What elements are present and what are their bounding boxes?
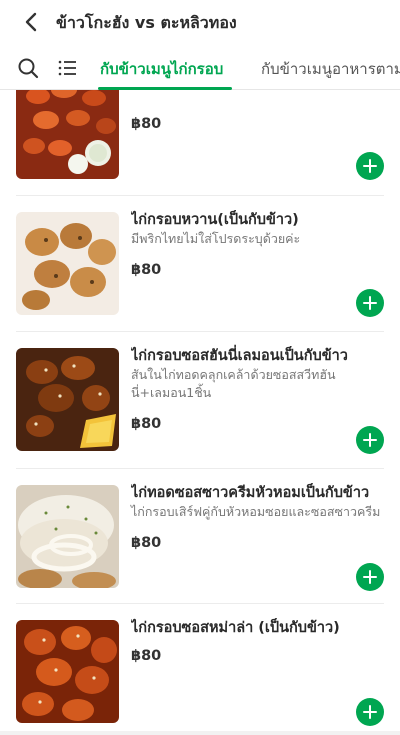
search-icon — [18, 58, 39, 79]
chevron-left-icon — [25, 12, 37, 32]
menu-item-name: ไก่ทอดซอสซาวครีมหัวหอมเป็นกับข้าว — [131, 485, 370, 501]
category-list-button[interactable] — [55, 56, 79, 80]
tab-side-dishes[interactable]: กับข้าวเมนูอาหารตาม — [261, 57, 400, 81]
back-button[interactable] — [20, 10, 44, 34]
menu-item-photo — [16, 212, 119, 315]
menu-item[interactable]: ไก่กรอบซอสหม่าล่า (เป็นกับข้าว) ฿80 — [0, 604, 400, 735]
page-title: ข้าวโกะฮัง vs ตะหลิวทอง — [56, 13, 237, 32]
add-to-cart-button[interactable] — [356, 563, 384, 591]
menu-item-price: ฿80 — [131, 262, 162, 278]
menu-item-price: ฿80 — [131, 416, 162, 432]
menu-item-photo — [16, 485, 119, 588]
menu-item-description: มีพริกไทยไม่ใส่โปรดระบุด้วยค่ะ — [131, 231, 301, 246]
menu-item-price: ฿80 — [131, 648, 162, 664]
menu-item-description: สันในไก่ทอดคลุกเคล้าด้วยซอสสวีทฮันนี่+เล… — [131, 367, 336, 400]
tab-crispy-chicken[interactable]: กับข้าวเมนูไก่กรอบ — [100, 57, 223, 81]
menu-list[interactable]: ฿80 ไก่กรอบหวาน(เป็นกับข้าว) มีพริกไทยไม… — [0, 90, 400, 735]
list-icon — [58, 60, 76, 76]
menu-item-price: ฿80 — [131, 116, 162, 132]
menu-item-photo — [16, 348, 119, 451]
add-to-cart-button[interactable] — [356, 289, 384, 317]
menu-item[interactable]: ฿80 — [0, 90, 400, 195]
header: ข้าวโกะฮัง vs ตะหลิวทอง — [0, 0, 400, 44]
bottom-edge — [0, 731, 400, 735]
menu-item[interactable]: ไก่กรอบหวาน(เป็นกับข้าว) มีพริกไทยไม่ใส่… — [0, 196, 400, 330]
category-tab-bar: กับข้าวเมนูไก่กรอบ กับข้าวเมนูอาหารตาม — [0, 48, 400, 90]
menu-item[interactable]: ไก่ทอดซอสซาวครีมหัวหอมเป็นกับข้าว ไก่กรอ… — [0, 469, 400, 603]
menu-item-name: ไก่กรอบซอสฮันนี่เลมอนเป็นกับข้าว — [131, 348, 348, 364]
add-to-cart-button[interactable] — [356, 698, 384, 726]
search-button[interactable] — [16, 56, 40, 80]
menu-item-name: ไก่กรอบหวาน(เป็นกับข้าว) — [131, 212, 299, 228]
menu-item-photo — [16, 620, 119, 723]
add-to-cart-button[interactable] — [356, 152, 384, 180]
menu-item-price: ฿80 — [131, 535, 162, 551]
menu-item-photo — [16, 90, 119, 179]
menu-item-description: ไก่กรอบเสิร์ฟคู่กับหัวหอมซอยและซอสซาวครี… — [131, 504, 381, 519]
add-to-cart-button[interactable] — [356, 426, 384, 454]
app-screen: ข้าวโกะฮัง vs ตะหลิวทอง กับข้าวเมนูไก่กร… — [0, 0, 400, 735]
menu-item[interactable]: ไก่กรอบซอสฮันนี่เลมอนเป็นกับข้าว สันในไก… — [0, 332, 400, 466]
menu-item-name: ไก่กรอบซอสหม่าล่า (เป็นกับข้าว) — [131, 620, 340, 636]
